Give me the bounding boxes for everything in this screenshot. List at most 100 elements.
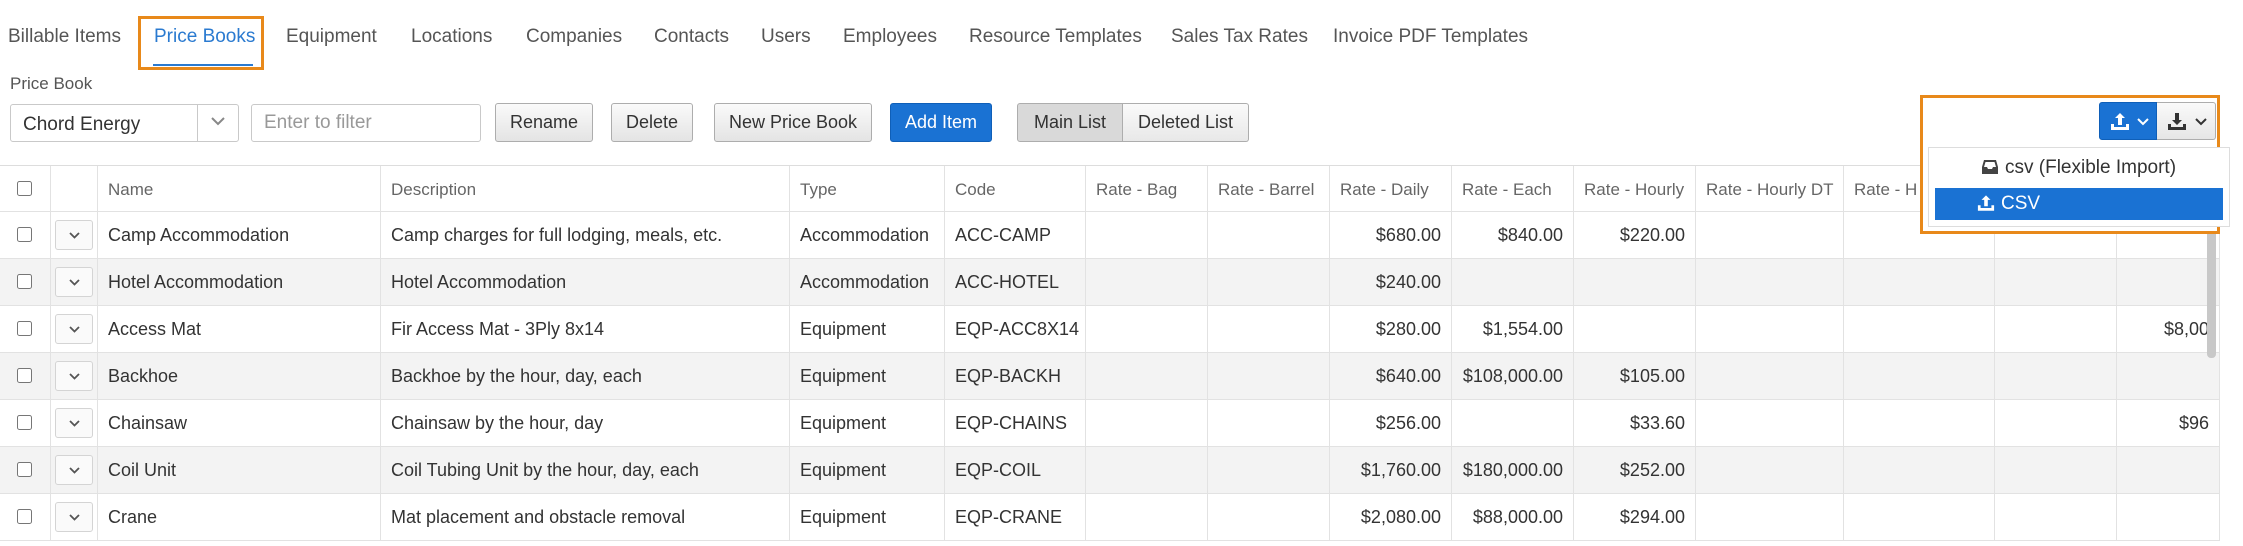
cell-code: ACC-CAMP xyxy=(945,212,1086,258)
tab-resource-templates[interactable]: Resource Templates xyxy=(969,26,1142,48)
cell-type: Equipment xyxy=(790,494,945,540)
row-checkbox[interactable] xyxy=(17,415,32,430)
cell-code: EQP-BACKH xyxy=(945,353,1086,399)
tab-billable-items[interactable]: Billable Items xyxy=(8,26,121,48)
cell-type: Accommodation xyxy=(790,259,945,305)
cell-daily: $2,080.00 xyxy=(1330,494,1452,540)
col-header-rate-barrel[interactable]: Rate - Barrel xyxy=(1208,166,1330,211)
cell-bag xyxy=(1086,494,1208,540)
row-checkbox[interactable] xyxy=(17,368,32,383)
col-header-rate-bag[interactable]: Rate - Bag xyxy=(1086,166,1208,211)
col-header-code[interactable]: Code xyxy=(945,166,1086,211)
row-expander-cell xyxy=(51,353,98,399)
delete-button[interactable]: Delete xyxy=(611,103,694,142)
price-book-select-value: Chord Energy xyxy=(23,114,141,135)
tab-companies[interactable]: Companies xyxy=(526,26,622,48)
row-expand-button[interactable] xyxy=(55,267,93,297)
row-expander-cell xyxy=(51,259,98,305)
cell-description: Coil Tubing Unit by the hour, day, each xyxy=(381,447,790,493)
cell-description: Fir Access Mat - 3Ply 8x14 xyxy=(381,306,790,352)
cell-barrel xyxy=(1208,306,1330,352)
cell-daily: $280.00 xyxy=(1330,306,1452,352)
menu-item-label: CSV xyxy=(2001,193,2041,214)
cell-bag xyxy=(1086,400,1208,446)
tab-invoice-pdf-templates[interactable]: Invoice PDF Templates xyxy=(1333,26,1528,48)
cell-each xyxy=(1452,259,1574,305)
table-row[interactable]: Access Mat Fir Access Mat - 3Ply 8x14 Equi… xyxy=(0,306,2220,353)
chevron-down-icon xyxy=(69,373,80,380)
col-header-rate-daily[interactable]: Rate - Daily xyxy=(1330,166,1452,211)
cell-name: Camp Accommodation xyxy=(98,212,381,258)
chevron-down-icon xyxy=(69,326,80,333)
menu-item-csv-flexible-import[interactable]: csv (Flexible Import) xyxy=(1935,152,2223,184)
cell-daily: $640.00 xyxy=(1330,353,1452,399)
tab-employees[interactable]: Employees xyxy=(843,26,937,48)
tab-users[interactable]: Users xyxy=(761,26,811,48)
tab-equipment[interactable]: Equipment xyxy=(286,26,377,48)
col-header-rate-hourly[interactable]: Rate - Hourly xyxy=(1574,166,1696,211)
download-icon xyxy=(2168,113,2186,130)
row-expand-button[interactable] xyxy=(55,455,93,485)
col-header-description[interactable]: Description xyxy=(381,166,790,211)
row-checkbox[interactable] xyxy=(17,509,32,524)
row-expand-button[interactable] xyxy=(55,408,93,438)
tab-locations[interactable]: Locations xyxy=(411,26,492,48)
price-book-label: Price Book xyxy=(10,74,93,93)
cell-hourly-dt xyxy=(1696,353,1844,399)
tab-sales-tax-rates[interactable]: Sales Tax Rates xyxy=(1171,26,1308,48)
row-checkbox[interactable] xyxy=(17,321,32,336)
import-dropdown-button[interactable] xyxy=(2099,102,2157,140)
upload-icon xyxy=(1977,195,1995,211)
import-dropdown-menu: csv (Flexible Import) CSV xyxy=(1928,147,2230,227)
row-checkbox[interactable] xyxy=(17,274,32,289)
col-header-rate-each[interactable]: Rate - Each xyxy=(1452,166,1574,211)
chevron-down-icon xyxy=(2137,118,2149,126)
export-dropdown-button[interactable] xyxy=(2157,102,2216,140)
row-expand-button[interactable] xyxy=(55,314,93,344)
cell-code: EQP-CRANE xyxy=(945,494,1086,540)
chevron-down-icon xyxy=(69,514,80,521)
row-expand-button[interactable] xyxy=(55,361,93,391)
price-book-select[interactable]: Chord Energy xyxy=(10,104,239,142)
col-header-name[interactable]: Name xyxy=(98,166,381,211)
cell-each: $1,554.00 xyxy=(1452,306,1574,352)
cell-bag xyxy=(1086,212,1208,258)
table-row[interactable]: Coil Unit Coil Tubing Unit by the hour, d… xyxy=(0,447,2220,494)
rename-button[interactable]: Rename xyxy=(495,103,594,142)
chevron-down-icon xyxy=(69,232,80,239)
table-row[interactable]: Backhoe Backhoe by the hour, day, each Equ… xyxy=(0,353,2220,400)
tab-contacts[interactable]: Contacts xyxy=(654,26,729,48)
chevron-down-icon xyxy=(69,467,80,474)
row-expand-button[interactable] xyxy=(55,502,93,532)
row-select-cell xyxy=(0,400,51,446)
cell-c12 xyxy=(2117,353,2220,399)
row-checkbox[interactable] xyxy=(17,462,32,477)
col-header-type[interactable]: Type xyxy=(790,166,945,211)
filter-input[interactable] xyxy=(251,104,481,142)
table-row[interactable]: Camp Accommodation Camp charges for full … xyxy=(0,212,2220,259)
cell-each: $840.00 xyxy=(1452,212,1574,258)
table-row[interactable]: Chainsaw Chainsaw by the hour, day Equipme… xyxy=(0,400,2220,447)
table-row[interactable]: Crane Mat placement and obstacle removal E… xyxy=(0,494,2220,541)
cell-type: Equipment xyxy=(790,400,945,446)
row-expander-cell xyxy=(51,400,98,446)
row-expand-button[interactable] xyxy=(55,220,93,250)
row-checkbox[interactable] xyxy=(17,227,32,242)
highlight-box-tab xyxy=(138,16,264,70)
new-price-book-button[interactable]: New Price Book xyxy=(714,103,873,142)
main-list-button[interactable]: Main List xyxy=(1017,103,1123,142)
cell-c12 xyxy=(2117,447,2220,493)
cell-hourly: $105.00 xyxy=(1574,353,1696,399)
cell-description: Backhoe by the hour, day, each xyxy=(381,353,790,399)
cell-daily: $256.00 xyxy=(1330,400,1452,446)
menu-item-csv[interactable]: CSV xyxy=(1935,188,2223,220)
cell-description: Camp charges for full lodging, meals, et… xyxy=(381,212,790,258)
col-header-rate-hourly-dt[interactable]: Rate - Hourly DT xyxy=(1696,166,1844,211)
add-item-button[interactable]: Add Item xyxy=(890,103,993,142)
table-row[interactable]: Hotel Accommodation Hotel Accommodation Ac… xyxy=(0,259,2220,306)
select-all-checkbox[interactable] xyxy=(17,181,32,196)
cell-h xyxy=(1844,400,1995,446)
cell-c12 xyxy=(2117,259,2220,305)
deleted-list-button[interactable]: Deleted List xyxy=(1123,103,1249,142)
cell-code: ACC-HOTEL xyxy=(945,259,1086,305)
